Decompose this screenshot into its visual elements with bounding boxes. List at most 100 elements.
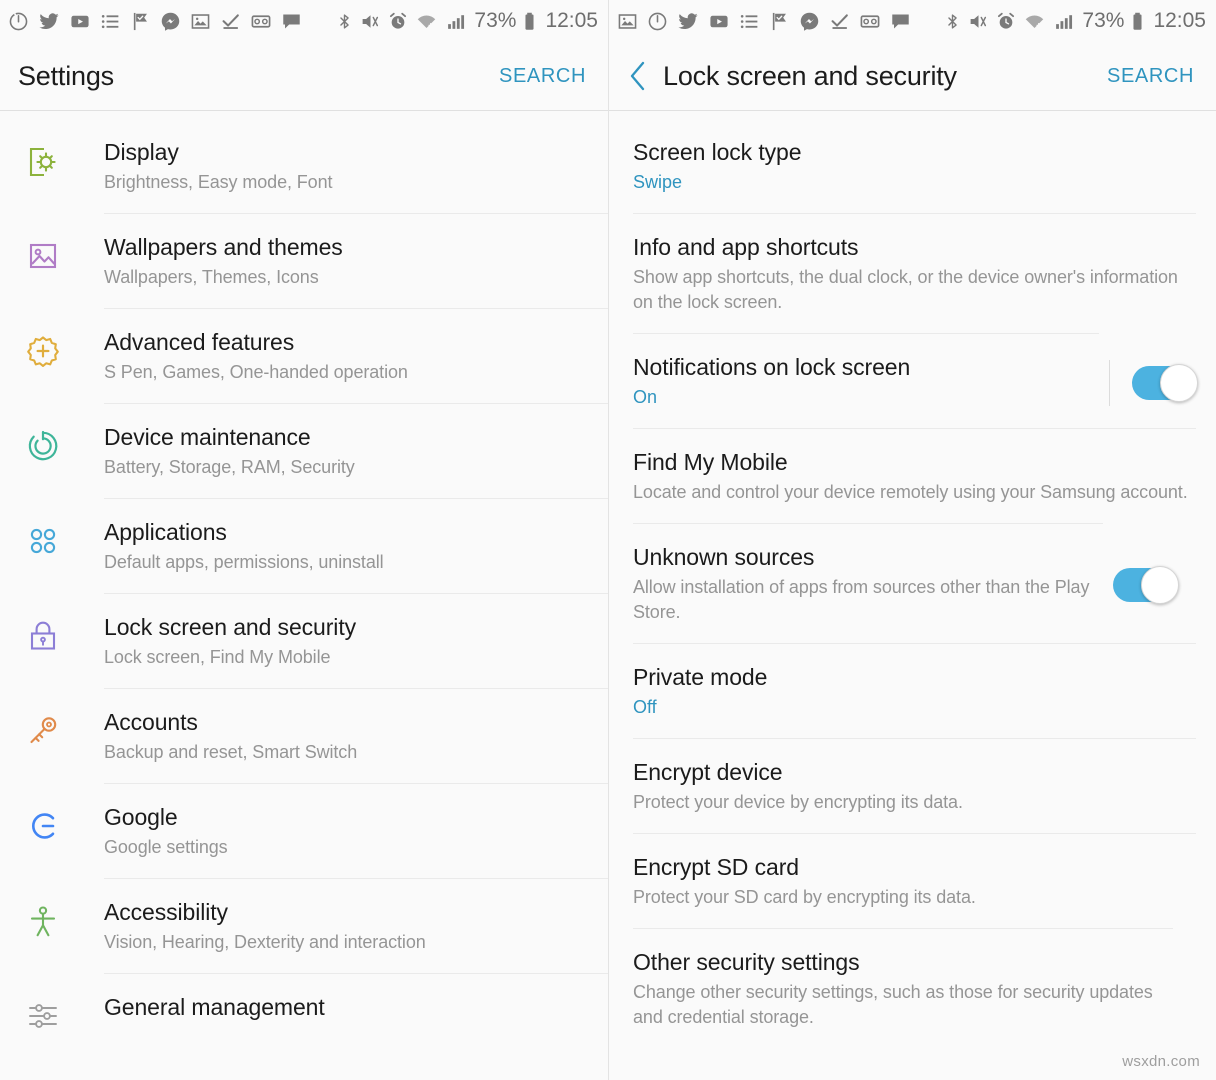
- page-title: Lock screen and security: [663, 60, 957, 91]
- messenger-icon: [800, 12, 819, 31]
- sidebar-item-wallpapers-and-themes[interactable]: Wallpapers and themes Wallpapers, Themes…: [0, 213, 608, 308]
- list-item-notifications-on-lock-screen[interactable]: Notifications on lock screen On: [609, 333, 1216, 428]
- row-content: Find My Mobile Locate and control your d…: [633, 428, 1196, 523]
- item-subtitle: Wallpapers, Themes, Icons: [104, 267, 319, 287]
- item-title: Unknown sources: [633, 544, 815, 570]
- image-icon: [618, 13, 637, 29]
- chat-bubble-icon: [892, 14, 909, 28]
- sidebar-item-google[interactable]: Google Google settings: [0, 783, 608, 878]
- row-content: Display Brightness, Easy mode, Font: [104, 119, 608, 213]
- lock-screen-header: Lock screen and security SEARCH: [609, 42, 1216, 110]
- sidebar-item-display[interactable]: Display Brightness, Easy mode, Font: [0, 119, 608, 213]
- watermark: wsxdn.com: [1122, 1053, 1200, 1070]
- sidebar-item-device-maintenance[interactable]: Device maintenance Battery, Storage, RAM…: [0, 403, 608, 498]
- settings-header: Settings SEARCH: [0, 42, 608, 110]
- bluetooth-icon: [948, 13, 958, 29]
- item-subtitle: Protect your SD card by encrypting its d…: [633, 887, 976, 907]
- item-subtitle: Backup and reset, Smart Switch: [104, 742, 358, 762]
- item-subtitle: Allow installation of apps from sources …: [633, 577, 1090, 622]
- voicemail-icon: [860, 14, 880, 28]
- row-control: [1103, 564, 1179, 604]
- item-title: General management: [104, 994, 325, 1020]
- alarm-icon: [390, 12, 407, 29]
- list-item-encrypt-sd-card[interactable]: Encrypt SD card Protect your SD card by …: [609, 833, 1216, 928]
- list-item-screen-lock-type[interactable]: Screen lock type Swipe: [609, 119, 1216, 213]
- status-bar-left: 73% 12:05: [0, 0, 608, 42]
- flag-check-icon: [133, 12, 147, 30]
- checkmark-icon: [831, 13, 848, 29]
- sidebar-item-accessibility[interactable]: Accessibility Vision, Hearing, Dexterity…: [0, 878, 608, 973]
- clock: 12:05: [1153, 9, 1206, 32]
- row-control: [1099, 356, 1198, 406]
- bluetooth-icon: [340, 13, 350, 29]
- item-title: Device maintenance: [104, 424, 311, 450]
- unknown-sources-toggle[interactable]: [1113, 566, 1179, 604]
- list-item-find-my-mobile[interactable]: Find My Mobile Locate and control your d…: [609, 428, 1216, 523]
- sidebar-item-advanced-features[interactable]: Advanced features S Pen, Games, One-hand…: [0, 308, 608, 403]
- wallpaper-icon: [22, 213, 104, 277]
- back-button[interactable]: [627, 59, 649, 93]
- battery-percentage: 73%: [1082, 9, 1125, 32]
- chevron-left-icon: [630, 61, 645, 91]
- google-icon: [22, 783, 104, 847]
- notifications-toggle[interactable]: [1132, 363, 1198, 402]
- row-content: Lock screen and security Lock screen, Fi…: [104, 593, 608, 688]
- item-title: Applications: [104, 519, 227, 545]
- clock: 12:05: [545, 9, 598, 32]
- security-settings-list: Screen lock type Swipe Info and app shor…: [609, 119, 1216, 1048]
- toggle-knob: [1160, 363, 1198, 402]
- row-content: Advanced features S Pen, Games, One-hand…: [104, 308, 608, 403]
- item-subtitle: Default apps, permissions, uninstall: [104, 552, 384, 572]
- item-subtitle: Battery, Storage, RAM, Security: [104, 457, 355, 477]
- mute-icon: [971, 14, 987, 28]
- toggle-divider: [1109, 359, 1110, 406]
- page-title: Settings: [18, 60, 114, 91]
- advanced-features-icon: [22, 308, 104, 372]
- battery-icon: [525, 12, 534, 30]
- list-item-other-security-settings[interactable]: Other security settings Change other sec…: [609, 928, 1216, 1048]
- notification-icons-left: [8, 11, 336, 32]
- item-title: Accounts: [104, 709, 198, 735]
- list-item-info-and-app-shortcuts[interactable]: Info and app shortcuts Show app shortcut…: [609, 213, 1216, 333]
- power-clock-icon: [9, 12, 28, 30]
- item-title: Info and app shortcuts: [633, 234, 859, 260]
- item-subtitle: Change other security settings, such as …: [633, 982, 1153, 1027]
- item-title: Notifications on lock screen: [633, 354, 911, 380]
- settings-list: Display Brightness, Easy mode, Font Wall…: [0, 119, 608, 1040]
- list-item-private-mode[interactable]: Private mode Off: [609, 643, 1216, 738]
- item-title: Encrypt device: [633, 759, 783, 785]
- sidebar-item-general-management[interactable]: General management: [0, 973, 608, 1040]
- row-content: Wallpapers and themes Wallpapers, Themes…: [104, 213, 608, 308]
- item-title: Other security settings: [633, 949, 860, 975]
- list-icon: [101, 14, 119, 28]
- item-title: Display: [104, 139, 179, 165]
- signal-icon: [448, 14, 465, 29]
- search-button[interactable]: SEARCH: [499, 65, 586, 88]
- list-item-unknown-sources[interactable]: Unknown sources Allow installation of ap…: [609, 523, 1216, 643]
- row-content: Accessibility Vision, Hearing, Dexterity…: [104, 878, 608, 973]
- list-icon: [740, 14, 758, 28]
- sidebar-item-lock-screen-and-security[interactable]: Lock screen and security Lock screen, Fi…: [0, 593, 608, 688]
- item-value: Swipe: [633, 172, 683, 192]
- row-content: Screen lock type Swipe: [633, 119, 1196, 213]
- row-content: Private mode Off: [633, 643, 1196, 738]
- sliders-icon: [22, 973, 104, 1037]
- row-content: Unknown sources Allow installation of ap…: [633, 523, 1103, 643]
- item-title: Lock screen and security: [104, 614, 357, 640]
- sidebar-item-accounts[interactable]: Accounts Backup and reset, Smart Switch: [0, 688, 608, 783]
- scroll-spacer: [609, 111, 1216, 119]
- messenger-icon: [161, 12, 180, 31]
- sidebar-item-applications[interactable]: Applications Default apps, permissions, …: [0, 498, 608, 593]
- scroll-spacer: [0, 111, 608, 119]
- display-icon: [22, 119, 104, 183]
- twitter-icon: [39, 12, 59, 29]
- item-subtitle: Lock screen, Find My Mobile: [104, 647, 331, 667]
- settings-panel: 73% 12:05 Settings SEARCH Display Bright…: [0, 0, 608, 1080]
- item-title: Find My Mobile: [633, 449, 788, 475]
- lock-screen-security-panel: 73% 12:05 Lock screen and security SEARC…: [608, 0, 1216, 1080]
- row-content: Info and app shortcuts Show app shortcut…: [633, 213, 1196, 333]
- list-item-encrypt-device[interactable]: Encrypt device Protect your device by en…: [609, 738, 1216, 833]
- search-button[interactable]: SEARCH: [1107, 65, 1194, 88]
- item-subtitle: Brightness, Easy mode, Font: [104, 172, 333, 192]
- image-icon: [191, 13, 210, 29]
